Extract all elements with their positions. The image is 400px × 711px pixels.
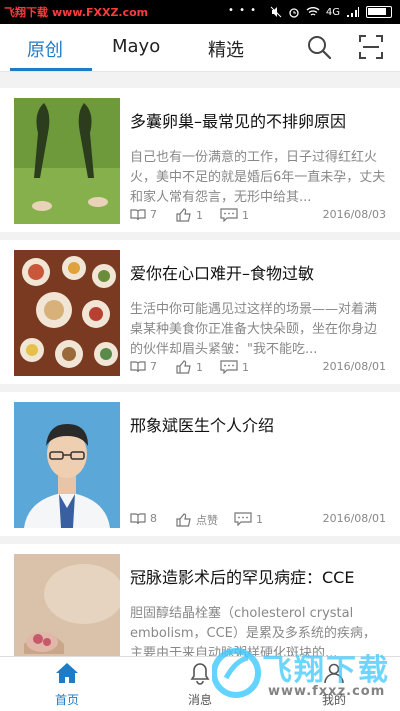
comment-button[interactable]: 1 bbox=[234, 512, 263, 526]
top-header: 原创 Mayo 精选 bbox=[0, 24, 400, 72]
home-icon bbox=[56, 663, 78, 683]
comment-button[interactable]: 1 bbox=[220, 208, 249, 222]
like-button[interactable]: 点赞 bbox=[176, 512, 218, 528]
read-count: 7 bbox=[130, 360, 157, 373]
scan-icon[interactable] bbox=[356, 32, 386, 62]
article-title[interactable]: 多囊卵巢–最常见的不排卵原因 bbox=[130, 108, 392, 132]
thumbs-up-icon bbox=[176, 208, 191, 222]
like-button[interactable]: 1 bbox=[176, 208, 203, 222]
article-meta: 7 1 1 2016/08/03 bbox=[130, 208, 386, 224]
comment-icon bbox=[220, 360, 238, 374]
tab-featured[interactable]: 精选 bbox=[208, 36, 244, 62]
nav-home-label: 首页 bbox=[54, 693, 79, 707]
book-icon bbox=[130, 208, 146, 220]
watermark-brand: 飞翔下载 bbox=[262, 653, 390, 688]
signal-icon bbox=[347, 7, 359, 17]
article-card[interactable]: 爱你在心口难开–食物过敏 生活中你可能遇见过这样的场景——对着满桌某种美食你正准… bbox=[0, 240, 400, 384]
watermark-top: 飞翔下载 www.FXXZ.com bbox=[4, 4, 148, 20]
active-tab-indicator bbox=[10, 68, 92, 71]
mute-icon bbox=[270, 6, 282, 18]
search-icon[interactable] bbox=[304, 32, 334, 62]
bell-icon bbox=[190, 663, 210, 685]
book-icon bbox=[130, 512, 146, 524]
watermark-name: 飞翔下载 bbox=[4, 6, 48, 19]
read-count: 8 bbox=[130, 512, 157, 525]
thumbs-up-icon bbox=[176, 360, 191, 374]
comment-icon bbox=[220, 208, 238, 222]
tab-original[interactable]: 原创 bbox=[27, 36, 63, 62]
article-title[interactable]: 邢象斌医生个人介绍 bbox=[130, 412, 392, 436]
article-excerpt: 自己也有一份满意的工作，日子过得红红火火，美中不足的就是婚后6年一直未孕，丈夫和… bbox=[130, 150, 386, 205]
article-thumbnail[interactable] bbox=[14, 250, 120, 376]
article-title[interactable]: 冠脉造影术后的罕见病症：CCE bbox=[130, 564, 392, 588]
article-card[interactable]: 多囊卵巢–最常见的不排卵原因 自己也有一份满意的工作，日子过得红红火火，美中不足… bbox=[0, 88, 400, 232]
nav-home[interactable]: 首页 bbox=[27, 661, 107, 708]
alarm-icon bbox=[289, 8, 299, 18]
article-date: 2016/08/01 bbox=[322, 512, 386, 525]
comment-icon bbox=[234, 512, 252, 526]
article-date: 2016/08/03 bbox=[322, 208, 386, 221]
status-dots: • • • bbox=[228, 5, 258, 16]
article-meta: 8 点赞 1 2016/08/01 bbox=[130, 512, 386, 528]
status-icons: 4G bbox=[270, 4, 392, 20]
book-icon bbox=[130, 360, 146, 372]
watermark-url: www.FXXZ.com bbox=[52, 6, 149, 19]
article-meta: 7 1 1 2016/08/01 bbox=[130, 360, 386, 376]
status-bar: 飞翔下载 www.FXXZ.com • • • 4G bbox=[0, 0, 400, 24]
battery-icon bbox=[366, 6, 392, 18]
wifi-icon bbox=[306, 7, 320, 16]
article-excerpt: 生活中你可能遇见过这样的场景——对着满桌某种美食你正准备大快朵颐，坐在你身边的伙… bbox=[130, 302, 378, 357]
article-title[interactable]: 爱你在心口难开–食物过敏 bbox=[130, 260, 392, 284]
like-button[interactable]: 1 bbox=[176, 360, 203, 374]
article-date: 2016/08/01 bbox=[322, 360, 386, 373]
read-count: 7 bbox=[130, 208, 157, 221]
article-thumbnail[interactable] bbox=[14, 98, 120, 224]
tab-mayo[interactable]: Mayo bbox=[112, 36, 160, 57]
article-card[interactable]: 邢象斌医生个人介绍 8 点赞 1 2016/08/01 bbox=[0, 392, 400, 536]
signal-text: 4G bbox=[325, 6, 340, 18]
article-excerpt bbox=[130, 452, 388, 512]
article-thumbnail[interactable] bbox=[14, 402, 120, 528]
thumbs-up-icon bbox=[176, 513, 191, 527]
watermark-url-bottom: www.fxxz.com bbox=[268, 684, 386, 699]
comment-button[interactable]: 1 bbox=[220, 360, 249, 374]
